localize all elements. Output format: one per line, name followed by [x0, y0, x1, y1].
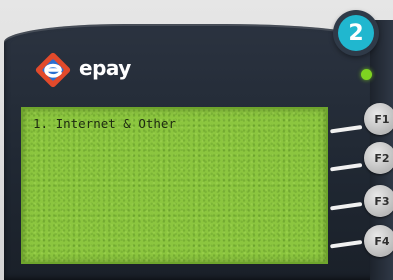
- status-led: [361, 69, 372, 80]
- f1-label: F1: [374, 112, 390, 126]
- brand-name: epay: [79, 56, 131, 80]
- step-badge: 2: [333, 10, 379, 56]
- f2-button[interactable]: F2: [364, 142, 393, 174]
- terminal-frame: 2 epay 1. Internet & Other F1 F2 F3 F4: [0, 0, 393, 280]
- step-number: 2: [338, 15, 374, 51]
- lcd-display: 1. Internet & Other: [21, 107, 328, 264]
- f1-button[interactable]: F1: [364, 103, 393, 135]
- epay-logo-icon: [35, 52, 71, 88]
- epay-logo: epay: [33, 50, 131, 90]
- f3-button[interactable]: F3: [364, 185, 393, 217]
- f2-label: F2: [374, 151, 390, 165]
- menu-item-1[interactable]: 1. Internet & Other: [33, 116, 176, 131]
- f4-label: F4: [374, 234, 390, 248]
- f4-button[interactable]: F4: [364, 225, 393, 257]
- f3-label: F3: [374, 194, 390, 208]
